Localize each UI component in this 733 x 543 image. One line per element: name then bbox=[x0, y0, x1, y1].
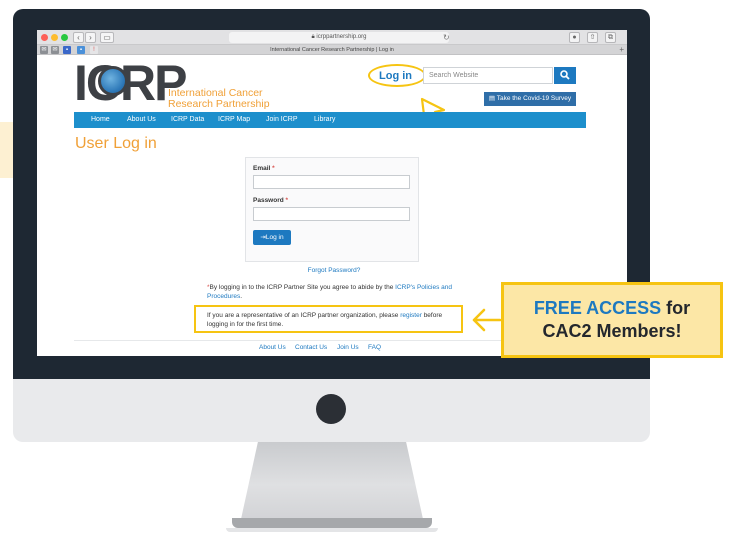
policy-end: . bbox=[240, 293, 243, 300]
left-arrow-icon bbox=[472, 308, 502, 332]
login-submit-button[interactable]: ⇥Log in bbox=[253, 230, 291, 245]
tabs-overview-icon[interactable]: ⧉ bbox=[605, 32, 616, 43]
bookmark-icon[interactable]: ✉ bbox=[40, 46, 48, 54]
lock-icon: 🔒︎ bbox=[311, 34, 315, 40]
policy-notice: *By logging in to the ICRP Partner Site … bbox=[207, 283, 457, 301]
email-field[interactable] bbox=[253, 175, 410, 189]
covid-survey-button[interactable]: ▤ Take the Covid-19 Survey bbox=[484, 92, 576, 106]
nav-item-join-icrp[interactable]: Join ICRP bbox=[266, 112, 298, 128]
app-icon[interactable]: ▪ bbox=[63, 46, 71, 54]
monitor-power-button bbox=[316, 394, 346, 424]
active-tab-title[interactable]: International Cancer Research Partnershi… bbox=[207, 45, 457, 55]
info-icon[interactable]: ● bbox=[569, 32, 580, 43]
search-icon bbox=[560, 70, 570, 80]
monitor-mockup: ‹ › ▭ 🔒︎ icrppartnership.org ↻ ● ⇧ ⧉ ✉ ✉… bbox=[0, 0, 733, 543]
address-bar[interactable]: 🔒︎ icrppartnership.org bbox=[229, 32, 449, 43]
forgot-password-link[interactable]: Forgot Password? bbox=[274, 267, 394, 274]
logo-subtitle: International Cancer Research Partnershi… bbox=[168, 88, 270, 110]
decorative-side-tab bbox=[0, 122, 14, 178]
register-link[interactable]: register bbox=[400, 312, 422, 319]
email-required-mark: * bbox=[272, 165, 275, 172]
email-label-text: Email bbox=[253, 165, 271, 172]
main-nav: Home About Us ICRP Data ICRP Map Join IC… bbox=[74, 112, 586, 128]
callout-line-2: CAC2 Members! bbox=[542, 321, 682, 341]
address-bar-url: icrppartnership.org bbox=[316, 34, 367, 40]
footer-link-join-us[interactable]: Join Us bbox=[337, 344, 359, 351]
maximize-window-icon[interactable] bbox=[61, 34, 68, 41]
back-button[interactable]: ‹ bbox=[73, 32, 84, 43]
footer-link-faq[interactable]: FAQ bbox=[368, 344, 381, 351]
globe-icon bbox=[98, 66, 128, 96]
free-access-callout: FREE ACCESS for CAC2 Members! bbox=[501, 282, 723, 358]
mail-icon[interactable]: ✉ bbox=[51, 46, 59, 54]
reload-icon[interactable]: ↻ bbox=[443, 32, 450, 43]
nav-item-icrp-map[interactable]: ICRP Map bbox=[218, 112, 250, 128]
password-required-mark: * bbox=[285, 197, 289, 204]
browser-tab-bar: ✉ ✉ ▪ ▪ ! International Cancer Research … bbox=[37, 45, 627, 55]
share-icon[interactable]: ⇧ bbox=[587, 32, 598, 43]
representative-text-before: If you are a representative of an ICRP p… bbox=[207, 312, 401, 319]
minimize-window-icon[interactable] bbox=[51, 34, 58, 41]
password-field[interactable] bbox=[253, 207, 410, 221]
login-submit-label: Log in bbox=[265, 234, 284, 241]
browser-titlebar: ‹ › ▭ 🔒︎ icrppartnership.org ↻ ● ⇧ ⧉ bbox=[37, 30, 627, 45]
new-tab-icon[interactable]: + bbox=[619, 45, 624, 55]
password-label-text: Password bbox=[253, 197, 284, 204]
monitor-stand-base bbox=[232, 518, 432, 528]
policy-text: By logging in to the ICRP Partner Site y… bbox=[209, 284, 396, 291]
callout-line-1: FREE ACCESS for bbox=[504, 297, 720, 319]
password-label: Password * bbox=[253, 197, 288, 204]
alert-icon[interactable]: ! bbox=[90, 46, 98, 54]
search-button[interactable] bbox=[554, 67, 576, 84]
nav-item-icrp-data[interactable]: ICRP Data bbox=[171, 112, 204, 128]
nav-item-library[interactable]: Library bbox=[314, 112, 335, 128]
logo-subtitle-line-2: Research Partnership bbox=[168, 98, 270, 110]
callout-line-1-rest: for bbox=[661, 298, 691, 318]
header-login-link[interactable]: Log in bbox=[379, 70, 412, 82]
monitor-stand-shadow bbox=[226, 528, 438, 532]
favorite-icon[interactable]: ▪ bbox=[77, 46, 85, 54]
nav-item-about-us[interactable]: About Us bbox=[127, 112, 156, 128]
covid-survey-label: Take the Covid-19 Survey bbox=[496, 95, 572, 102]
monitor-stand bbox=[240, 442, 424, 520]
callout-accent-text: FREE ACCESS bbox=[533, 298, 662, 318]
representative-notice: If you are a representative of an ICRP p… bbox=[207, 311, 462, 329]
email-label: Email * bbox=[253, 165, 275, 172]
search-input[interactable]: Search Website bbox=[423, 67, 553, 84]
nav-item-home[interactable]: Home bbox=[91, 112, 110, 128]
footer-link-contact-us[interactable]: Contact Us bbox=[295, 344, 327, 351]
footer-link-about-us[interactable]: About Us bbox=[259, 344, 286, 351]
survey-icon: ▤ bbox=[488, 95, 497, 102]
close-window-icon[interactable] bbox=[41, 34, 48, 41]
sidebar-toggle-icon[interactable]: ▭ bbox=[100, 32, 114, 43]
page-title: User Log in bbox=[75, 135, 157, 152]
forward-button[interactable]: › bbox=[85, 32, 96, 43]
